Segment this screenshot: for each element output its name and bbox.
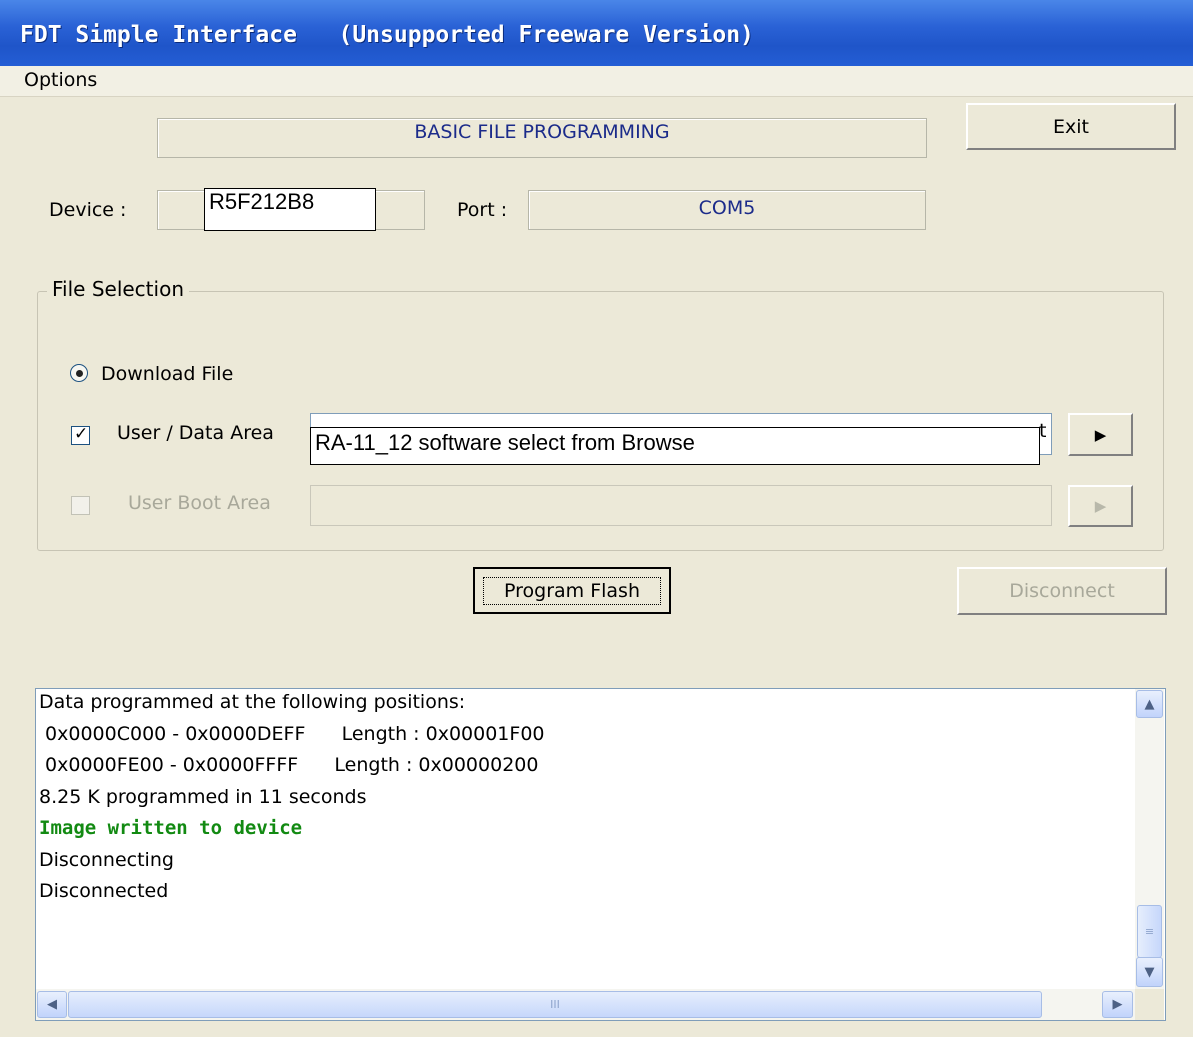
log-line: Disconnecting: [39, 849, 174, 871]
mode-display: BASIC FILE PROGRAMMING: [157, 118, 927, 158]
exit-button[interactable]: Exit: [966, 103, 1176, 150]
log-line: Data programmed at the following positio…: [39, 691, 466, 713]
log-line-success: Image written to device: [39, 817, 303, 839]
window-title: FDT Simple Interface (Unsupported Freewa…: [20, 22, 754, 48]
scroll-down-button[interactable]: ▼: [1136, 957, 1163, 987]
checkmark-icon: ✓: [74, 424, 89, 444]
scroll-right-button[interactable]: ▶: [1102, 991, 1133, 1018]
title-bar[interactable]: FDT Simple Interface (Unsupported Freewa…: [0, 0, 1193, 66]
menu-options[interactable]: Options: [24, 69, 97, 91]
play-arrow-icon: ▶: [1094, 497, 1107, 515]
log-line: 8.25 K programmed in 11 seconds: [39, 786, 367, 808]
disconnect-button[interactable]: Disconnect: [957, 567, 1167, 615]
chevron-up-icon: ▲: [1144, 696, 1155, 712]
log-line: Disconnected: [39, 880, 169, 902]
vertical-scroll-thumb[interactable]: ≡: [1137, 905, 1162, 958]
port-value: COM5: [698, 197, 756, 219]
menu-bar: Options: [0, 66, 1193, 97]
file-selection-title: File Selection: [47, 277, 189, 301]
user-boot-area-checkbox[interactable]: [71, 496, 90, 515]
chevron-down-icon: ▼: [1144, 964, 1155, 980]
browse-user-boot-button[interactable]: ▶: [1068, 485, 1133, 527]
program-flash-label: Program Flash: [483, 576, 661, 605]
log-line: 0x0000C000 - 0x0000DEFF Length : 0x00001…: [39, 723, 545, 745]
user-data-area-label[interactable]: User / Data Area: [117, 422, 274, 444]
play-arrow-icon: ▶: [1094, 425, 1107, 444]
port-label: Port :: [457, 199, 508, 221]
log-horizontal-scrollbar[interactable]: ◀ III ▶: [36, 989, 1135, 1020]
user-boot-area-label: User Boot Area: [128, 492, 271, 514]
browse-user-data-button[interactable]: ▶: [1068, 413, 1133, 456]
path-text-tail: t: [1039, 420, 1047, 442]
chevron-right-icon: ▶: [1112, 997, 1123, 1012]
scroll-corner: [1135, 989, 1164, 1020]
scroll-up-button[interactable]: ▲: [1136, 690, 1163, 718]
radio-dot: [76, 370, 83, 377]
user-data-area-path-overlay: RA-11_12 software select from Browse: [310, 427, 1040, 465]
device-label: Device :: [49, 199, 127, 221]
app-window: FDT Simple Interface (Unsupported Freewa…: [0, 0, 1193, 1037]
disconnect-label: Disconnect: [1009, 580, 1115, 602]
port-display: COM5: [528, 190, 926, 230]
grip-icon: III: [550, 998, 560, 1011]
user-data-area-checkbox[interactable]: ✓: [71, 424, 90, 445]
log-line: 0x0000FE00 - 0x0000FFFF Length : 0x00000…: [39, 754, 539, 776]
user-boot-area-path-input[interactable]: [310, 485, 1052, 526]
horizontal-scroll-thumb[interactable]: III: [68, 991, 1042, 1018]
log-vertical-scrollbar[interactable]: ▲ ≡ ▼: [1135, 689, 1164, 989]
exit-button-label: Exit: [1053, 115, 1089, 138]
mode-label: BASIC FILE PROGRAMMING: [414, 121, 670, 143]
download-file-label[interactable]: Download File: [101, 363, 233, 385]
program-flash-button[interactable]: Program Flash: [473, 567, 671, 614]
log-output[interactable]: Data programmed at the following positio…: [35, 688, 1166, 1021]
chevron-left-icon: ◀: [47, 997, 57, 1012]
scroll-left-button[interactable]: ◀: [37, 991, 67, 1018]
grip-icon: ≡: [1144, 925, 1155, 938]
download-file-radio[interactable]: [70, 364, 88, 382]
device-value: R5F212B8: [204, 188, 376, 231]
